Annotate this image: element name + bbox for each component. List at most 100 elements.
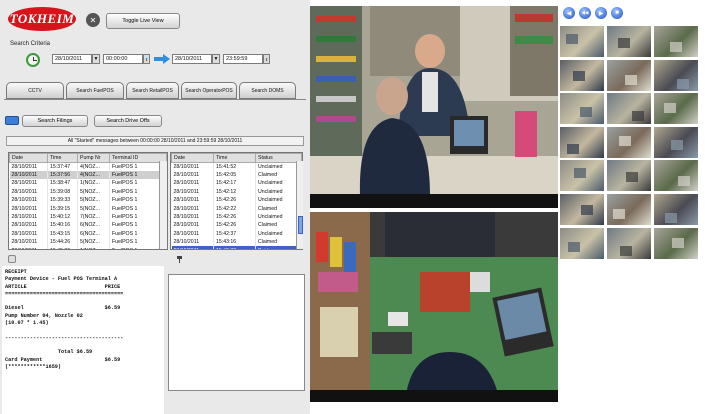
table-row[interactable]: 28/10/2011 15:42:17 Unclaimed	[171, 179, 302, 188]
transactions-scrollbar[interactable]	[159, 161, 167, 249]
camera-thumbnail[interactable]	[560, 126, 604, 158]
table-row[interactable]: 28/10/2011 15:38:47 1(NOZ... FuelPOS 1	[9, 179, 167, 188]
table-row[interactable]: 28/10/2011 15:41:52 Unclaimed	[171, 162, 302, 171]
tab-search-fuelpos[interactable]: Search FuelPOS	[66, 82, 124, 99]
chevron-down-icon[interactable]: ▼	[212, 54, 220, 64]
camera-thumbnail[interactable]	[560, 194, 604, 225]
prev-icon[interactable]: ◀	[563, 7, 575, 19]
table-cell: 28/10/2011	[171, 187, 214, 197]
table-row[interactable]: 28/10/2011 15:42:26 Unclaimed	[171, 212, 302, 222]
table-cell: 4(NOZ...	[77, 162, 110, 171]
camera-thumbnail[interactable]	[607, 194, 651, 225]
receipt-line: Payment Device - Fuel POS Terminal A	[5, 276, 118, 283]
table-cell: FuelPOS 1	[109, 212, 167, 222]
start-time-field[interactable]: 00:00:00	[103, 54, 143, 64]
column-header[interactable]: Time	[213, 153, 256, 163]
column-header[interactable]: Pump Nr	[77, 153, 110, 163]
table-row[interactable]: 28/10/2011 15:37:47 4(NOZ... FuelPOS 1	[9, 162, 167, 171]
trash-icon[interactable]	[8, 255, 16, 263]
rewind-icon[interactable]: ◀◀	[579, 7, 591, 19]
close-icon[interactable]: ✕	[86, 13, 100, 27]
start-date-field[interactable]: 28/10/2011	[52, 54, 92, 64]
camera-thumbnail[interactable]	[607, 126, 651, 158]
camera-thumbnail[interactable]	[560, 59, 604, 91]
table-cell: 6(NOZ...	[77, 221, 110, 230]
tab-cctv[interactable]: CCTV	[6, 82, 64, 99]
table-row[interactable]: 28/10/2011 15:39:15 5(NOZ... FuelPOS 1	[9, 204, 167, 213]
end-time-field[interactable]: 23:59:59	[223, 54, 263, 64]
receipt-line: (************1659)	[5, 363, 62, 370]
table-row[interactable]: 28/10/2011 15:42:05 Claimed	[171, 170, 302, 180]
table-row[interactable]: 28/10/2011 15:44:26 5(NOZ... FuelPOS 1	[9, 238, 167, 247]
camera-thumbnail[interactable]	[654, 126, 698, 158]
tab-search-operatorpos[interactable]: Search OperatorPOS	[181, 82, 237, 99]
arrow-right-icon	[154, 54, 170, 64]
search-message-bar: All "Started" messages between 00:00:00 …	[6, 136, 304, 146]
table-row[interactable]: 28/10/2011 15:42:22 Claimed	[171, 204, 302, 213]
search-criteria-label: Search Criteria	[10, 41, 51, 47]
table-cell: 28/10/2011	[9, 221, 48, 230]
table-cell: 15:45:36	[47, 246, 78, 249]
table-row[interactable]: 28/10/201115:43:32Paid	[171, 246, 302, 249]
table-row[interactable]: 28/10/2011 15:43:15 6(NOZ... FuelPOS 1	[9, 229, 167, 239]
play-icon[interactable]: ▶	[595, 7, 607, 19]
receipt-line: Diesel $6.59	[5, 305, 121, 312]
time-spinner-icon[interactable]: ⇕	[143, 54, 150, 64]
column-header[interactable]: Date	[171, 153, 214, 163]
table-row[interactable]: 28/10/2011 15:37:56 4(NOZ... FuelPOS 1	[9, 170, 167, 180]
pin-icon[interactable]	[176, 256, 183, 263]
tab-divider	[4, 99, 306, 100]
column-header[interactable]: Terminal ID	[109, 153, 167, 163]
table-row[interactable]: 28/10/2011 15:39:08 5(NOZ... FuelPOS 1	[9, 187, 167, 197]
search-drive-offs-button[interactable]: Search Drive Offs	[94, 115, 162, 127]
tab-search-doms[interactable]: Search DOMS	[239, 82, 296, 99]
camera-thumbnail[interactable]	[654, 227, 698, 259]
camera-thumbnail[interactable]	[607, 93, 651, 125]
table-row[interactable]: 28/10/201115:45:361(NOZ...FuelPOS 1	[9, 246, 167, 249]
camera-feed-1[interactable]	[310, 6, 558, 208]
camera-thumbnail[interactable]	[560, 93, 604, 125]
stop-icon[interactable]: ■	[611, 7, 623, 19]
camera-thumbnail[interactable]	[654, 160, 698, 192]
camera-thumbnail[interactable]	[654, 194, 698, 225]
column-header[interactable]: Date	[9, 153, 48, 163]
camera-thumbnail[interactable]	[560, 160, 604, 192]
transactions-table: Date Time Pump Nr Terminal ID 28/10/2011…	[8, 152, 168, 250]
table-cell: FuelPOS 1	[109, 162, 167, 171]
table-cell: 28/10/2011	[9, 162, 48, 171]
status-scrollbar[interactable]	[296, 161, 303, 249]
camera-thumbnail[interactable]	[560, 26, 604, 57]
table-row[interactable]: 28/10/2011 15:42:12 Unclaimed	[171, 187, 302, 197]
camera-thumbnail[interactable]	[560, 227, 604, 259]
column-header[interactable]: Status	[255, 153, 302, 163]
scrollbar-thumb[interactable]	[298, 216, 303, 234]
camera-thumbnail[interactable]	[607, 160, 651, 192]
camera-thumbnail[interactable]	[607, 26, 651, 57]
camera-thumbnail[interactable]	[607, 59, 651, 91]
tab-search-retailpos[interactable]: Search RetailPOS	[126, 82, 179, 99]
camera-thumbnail[interactable]	[654, 26, 698, 57]
table-row[interactable]: 28/10/2011 15:42:26 Unclaimed	[171, 196, 302, 205]
status-table: Date Time Status 28/10/2011 15:41:52 Uncla…	[170, 152, 303, 250]
search-filings-button[interactable]: Search Filings	[22, 115, 88, 127]
table-row[interactable]: 28/10/2011 15:43:16 Claimed	[171, 238, 302, 247]
receipt-line	[5, 342, 161, 349]
column-header[interactable]: Time	[47, 153, 78, 163]
camera-thumbnail[interactable]	[607, 227, 651, 259]
table-cell: Claimed	[255, 204, 302, 213]
table-row[interactable]: 28/10/2011 15:42:26 Claimed	[171, 221, 302, 230]
chevron-down-icon[interactable]: ▼	[92, 54, 100, 64]
table-cell: 5(NOZ...	[77, 238, 110, 247]
time-spinner-icon[interactable]: ⇕	[263, 54, 270, 64]
camera-thumbnail[interactable]	[654, 93, 698, 125]
end-date-field[interactable]: 28/10/2011	[172, 54, 212, 64]
table-row[interactable]: 28/10/2011 15:39:33 5(NOZ... FuelPOS 1	[9, 196, 167, 205]
table-cell: FuelPOS 1	[109, 196, 167, 205]
receipt-line: ======================================	[5, 290, 124, 297]
camera-feed-2[interactable]	[310, 212, 558, 402]
table-row[interactable]: 28/10/2011 15:42:37 Unclaimed	[171, 229, 302, 239]
toggle-live-view-button[interactable]: Toggle Live View	[106, 13, 180, 29]
camera-thumbnail[interactable]	[654, 59, 698, 91]
table-row[interactable]: 28/10/2011 15:40:16 6(NOZ... FuelPOS 1	[9, 221, 167, 230]
table-row[interactable]: 28/10/2011 15:40:12 7(NOZ... FuelPOS 1	[9, 212, 167, 222]
